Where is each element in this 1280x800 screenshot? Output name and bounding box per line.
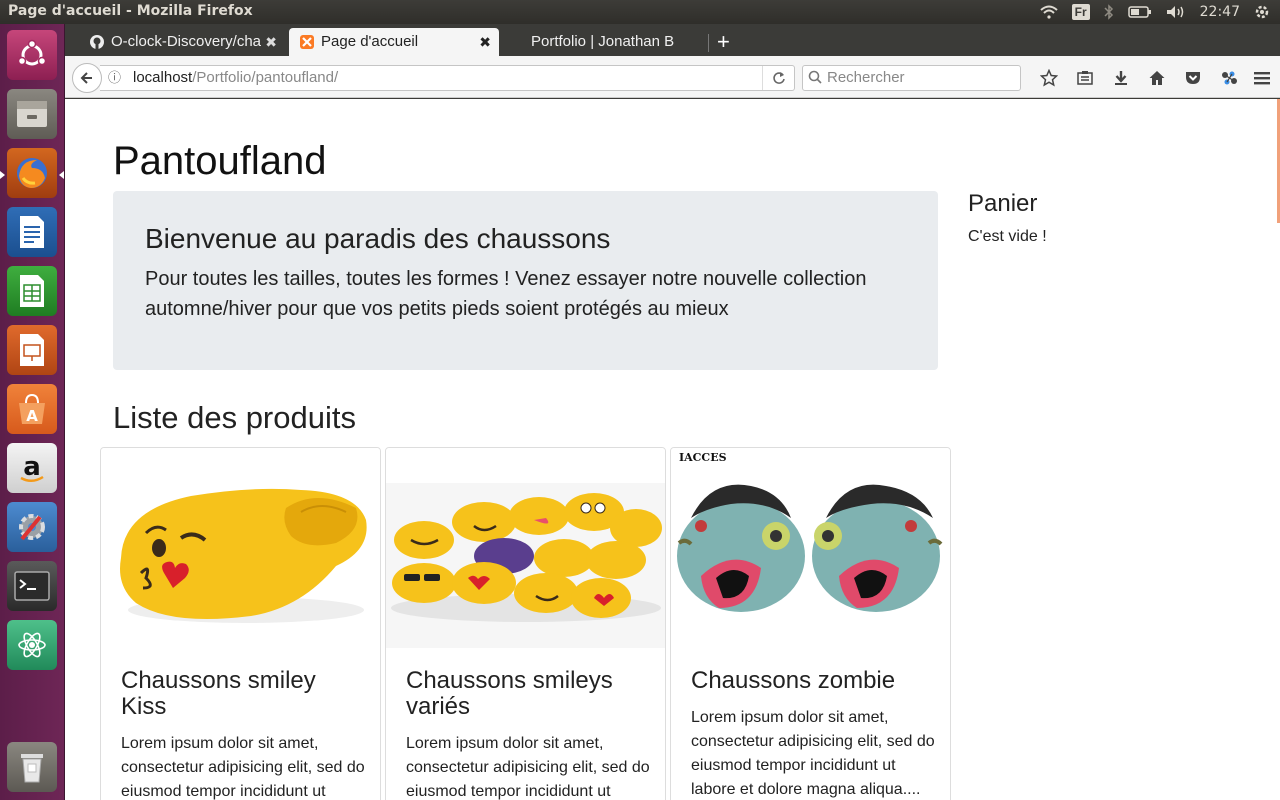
- reload-icon: [772, 72, 785, 84]
- url-bar[interactable]: ⓘ localhost/Portfolio/pantoufland/: [100, 65, 795, 91]
- top-panel: Page d'accueil - Mozilla Firefox Fr 22:4…: [0, 0, 1280, 24]
- ubuntu-dash-icon[interactable]: [7, 30, 57, 80]
- menu-button[interactable]: [1252, 68, 1272, 88]
- extension-icon: [1222, 71, 1237, 85]
- url-path: /Portfolio/pantoufland/: [192, 69, 339, 86]
- star-icon: [1040, 69, 1058, 87]
- jumbotron-title: Bienvenue au paradis des chaussons: [145, 223, 611, 254]
- tab-page-accueil[interactable]: Page d'accueil ✖: [289, 28, 499, 56]
- keyboard-layout-indicator[interactable]: Fr: [1071, 4, 1090, 20]
- product-card[interactable]: IACCES Chaussons zombie Lorem ipsum dolo…: [670, 447, 951, 800]
- product-card[interactable]: Chaussons smiley Kiss Lorem ipsum dolor …: [100, 447, 381, 800]
- xampp-icon: [300, 35, 314, 49]
- product-image-smiley-kiss[interactable]: [101, 448, 380, 648]
- jumbotron-text: Pour toutes les tailles, toutes les form…: [145, 268, 867, 320]
- battery-icon[interactable]: [1127, 5, 1152, 19]
- navigation-bar: ⓘ localhost/Portfolio/pantoufland/ Reche…: [65, 56, 1280, 98]
- download-icon: [1115, 71, 1127, 85]
- tab-label: O-clock-Discovery/cha: [111, 33, 262, 50]
- pocket-button[interactable]: [1175, 68, 1211, 88]
- cart-title: Panier: [968, 190, 1038, 217]
- pocket-icon: [1186, 72, 1200, 84]
- toolbar-buttons: [1031, 68, 1247, 88]
- back-arrow-icon: [80, 72, 92, 84]
- new-tab-button[interactable]: +: [717, 28, 730, 56]
- welcome-jumbotron: Bienvenue au paradis des chaussons Pour …: [113, 191, 938, 370]
- bookmark-star-button[interactable]: [1031, 68, 1067, 88]
- reading-list-button[interactable]: [1067, 68, 1103, 88]
- cart-empty-message: C'est vide !: [968, 228, 1047, 245]
- search-input[interactable]: Rechercher: [802, 65, 1021, 91]
- svg-text:a: a: [23, 452, 41, 482]
- image-watermark-text: IACCES: [679, 451, 727, 464]
- product-title[interactable]: Chaussons smileys variés: [406, 668, 646, 720]
- page-content: Pantoufland Bienvenue au paradis des cha…: [65, 99, 1280, 800]
- product-description: Lorem ipsum dolor sit amet, consectetur …: [121, 735, 365, 800]
- tab-github[interactable]: O-clock-Discovery/cha ✖: [65, 28, 285, 56]
- files-icon[interactable]: [7, 89, 57, 139]
- trash-icon[interactable]: [7, 742, 57, 792]
- tab-bar: O-clock-Discovery/cha ✖ Page d'accueil ✖…: [65, 24, 1280, 56]
- downloads-button[interactable]: [1103, 68, 1139, 88]
- reload-button[interactable]: [762, 66, 794, 90]
- libreoffice-writer-icon[interactable]: [7, 207, 57, 257]
- tab-label: Page d'accueil: [321, 33, 419, 50]
- product-description: Lorem ipsum dolor sit amet, consectetur …: [406, 735, 650, 800]
- system-tray: Fr 22:47: [1039, 2, 1270, 22]
- amazon-icon[interactable]: a: [7, 443, 57, 493]
- close-tab-icon[interactable]: ✖: [265, 28, 277, 56]
- site-title: Pantoufland: [113, 139, 327, 183]
- extension-button[interactable]: [1211, 68, 1247, 88]
- firefox-icon[interactable]: [7, 148, 57, 198]
- back-button[interactable]: [72, 63, 102, 93]
- unity-launcher: A a: [0, 24, 65, 800]
- url-host: localhost: [133, 69, 193, 86]
- clock[interactable]: 22:47: [1200, 4, 1240, 20]
- system-settings-icon[interactable]: [7, 502, 57, 552]
- product-image-smileys-varies[interactable]: [386, 448, 665, 648]
- bluetooth-icon[interactable]: [1104, 4, 1114, 20]
- home-button[interactable]: [1139, 68, 1175, 88]
- site-info-icon[interactable]: ⓘ: [108, 66, 121, 90]
- window-title: Page d'accueil - Mozilla Firefox: [8, 3, 253, 19]
- wifi-icon[interactable]: [1039, 5, 1058, 19]
- focus-indicator: [59, 171, 64, 179]
- close-tab-icon[interactable]: ✖: [479, 28, 491, 56]
- tab-separator: [708, 34, 709, 52]
- volume-icon[interactable]: [1166, 5, 1186, 19]
- libreoffice-calc-icon[interactable]: [7, 266, 57, 316]
- running-indicator: [0, 171, 5, 179]
- reading-list-icon: [1077, 71, 1093, 85]
- product-description: Lorem ipsum dolor sit amet, consectetur …: [691, 709, 935, 798]
- hamburger-menu-icon: [1254, 72, 1270, 85]
- product-card[interactable]: Chaussons smileys variés Lorem ipsum dol…: [385, 447, 666, 800]
- tab-portfolio[interactable]: Portfolio | Jonathan B: [503, 28, 703, 56]
- product-title[interactable]: Chaussons zombie: [691, 668, 931, 694]
- home-icon: [1149, 71, 1165, 85]
- products-heading: Liste des produits: [113, 400, 356, 435]
- libreoffice-impress-icon[interactable]: [7, 325, 57, 375]
- svg-text:A: A: [26, 407, 38, 425]
- url-text[interactable]: localhost/Portfolio/pantoufland/: [133, 66, 338, 90]
- product-title[interactable]: Chaussons smiley Kiss: [121, 668, 361, 720]
- settings-gear-icon[interactable]: [1254, 4, 1270, 20]
- search-placeholder: Rechercher: [827, 69, 905, 86]
- tab-label: Portfolio | Jonathan B: [531, 33, 675, 50]
- product-image-zombie[interactable]: IACCES: [671, 448, 950, 648]
- atom-editor-icon[interactable]: [7, 620, 57, 670]
- terminal-icon[interactable]: [7, 561, 57, 611]
- github-icon: [90, 35, 104, 49]
- software-center-icon[interactable]: A: [7, 384, 57, 434]
- search-icon: [808, 70, 822, 84]
